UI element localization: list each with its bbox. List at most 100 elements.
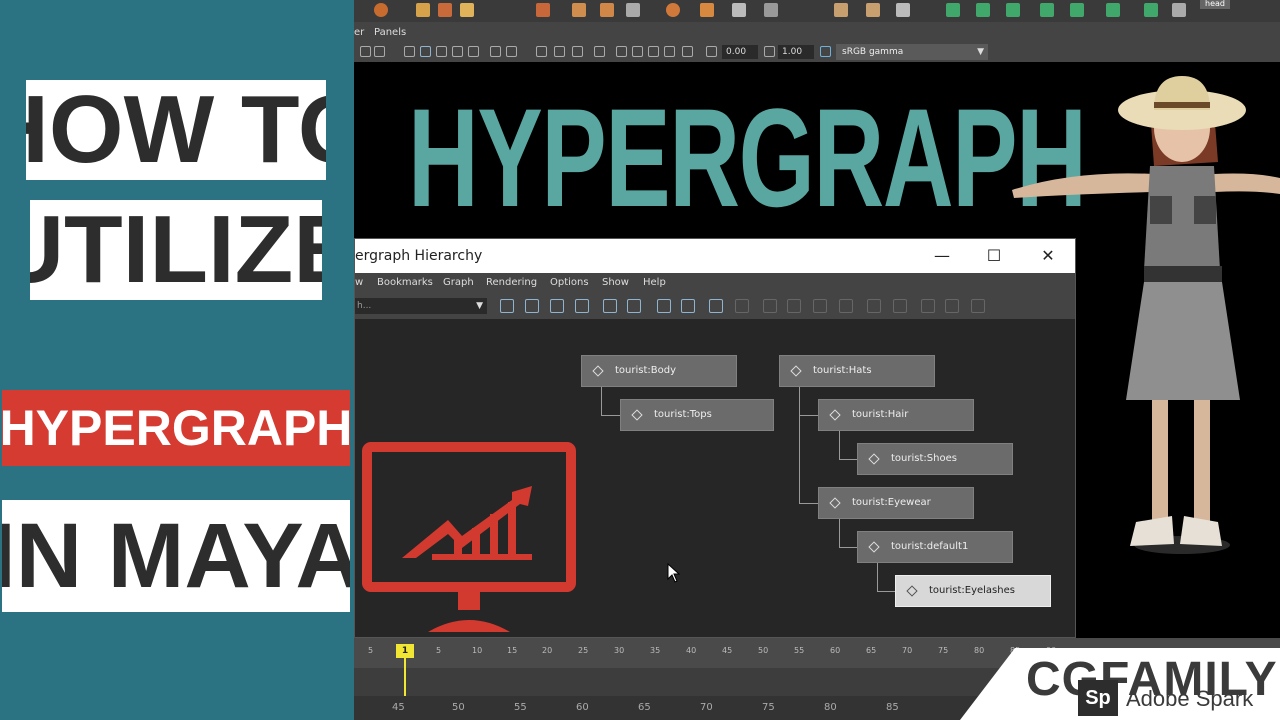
viewport-tool-icon[interactable] [374,46,385,57]
shelf-tool-icon[interactable] [866,3,880,17]
viewport-tool-icon[interactable] [554,46,565,57]
range-number: 65 [638,702,651,713]
viewport-tool-icon[interactable] [632,46,643,57]
frame-branch-icon[interactable] [575,299,589,313]
shelf-tool-icon[interactable] [666,3,680,17]
viewport-tool-icon[interactable] [404,46,415,57]
list-icon[interactable] [709,299,723,313]
shelf-tool-icon[interactable] [536,3,550,17]
input-output-icon[interactable] [627,299,641,313]
bookmark-edit-icon[interactable] [681,299,695,313]
shelf-tool-icon[interactable] [1070,3,1084,17]
viewport-tool-icon[interactable] [764,46,775,57]
frame-tick: 60 [830,646,841,655]
viewport-tool-icon[interactable] [436,46,447,57]
viewport-tool-icon[interactable] [572,46,583,57]
panels-menu[interactable]: Panels [374,27,406,38]
range-number: 80 [824,702,837,713]
shelf-tool-icon[interactable] [374,3,388,17]
shelf-tool-icon[interactable] [460,3,474,17]
viewport-tool-icon[interactable] [594,46,605,57]
viewport-tool-icon[interactable] [648,46,659,57]
layout-icon[interactable] [787,299,801,313]
menu-help[interactable]: Help [643,277,666,288]
layout-icon[interactable] [893,299,907,313]
viewport-tool-icon[interactable] [706,46,717,57]
hypergraph-node[interactable]: tourist:Tops [620,399,774,431]
scene-hierarchy-icon[interactable] [603,299,617,313]
shelf-tool-icon[interactable] [732,3,746,17]
viewport-tool-icon[interactable] [536,46,547,57]
hypergraph-node[interactable]: tourist:Shoes [857,443,1013,475]
minimize-button[interactable]: — [931,245,953,267]
frame-tick: 80 [974,646,985,655]
shelf-tool-icon[interactable] [438,3,452,17]
shelf-tool-icon[interactable] [1106,3,1120,17]
shelf-tool-icon[interactable] [1040,3,1054,17]
layout-icon[interactable] [839,299,853,313]
layout-icon[interactable] [971,299,985,313]
hypergraph-node[interactable]: tourist:Hats [779,355,935,387]
viewport-tool-icon[interactable] [468,46,479,57]
frame-tick: 5 [436,646,442,655]
shelf-tool-icon[interactable] [834,3,848,17]
hypergraph-search-field[interactable]: h... ▼ [355,298,487,314]
viewport-tool-icon[interactable] [360,46,371,57]
hypergraph-node[interactable]: tourist:default1 [857,531,1013,563]
viewport-tool-icon[interactable] [452,46,463,57]
close-button[interactable]: ✕ [1037,245,1059,267]
hypergraph-titlebar[interactable]: ergraph Hierarchy — ☐ ✕ [355,239,1075,273]
shelf-tool-icon[interactable] [976,3,990,17]
chevron-down-icon: ▼ [977,47,984,57]
shelf-tool-icon[interactable] [600,3,614,17]
shelf-tool-icon[interactable] [626,3,640,17]
shelf-tool-icon[interactable] [1006,3,1020,17]
menu-bookmarks[interactable]: Bookmarks [377,277,433,288]
hypergraph-node-selected[interactable]: tourist:Eyelashes [895,575,1051,607]
viewport-tool-icon[interactable] [616,46,627,57]
menu-fragment[interactable]: er [354,27,364,38]
hypergraph-node[interactable]: tourist:Body [581,355,737,387]
shelf-tool-icon[interactable] [416,3,430,17]
menu-window[interactable]: w [355,277,363,288]
bookmark-icon[interactable] [657,299,671,313]
exposure-field[interactable]: 0.00 [722,45,758,59]
title-line-utilize: UTILIZE [30,200,322,300]
maximize-button[interactable]: ☐ [983,245,1005,267]
shelf-tool-icon[interactable] [572,3,586,17]
color-management-icon[interactable] [820,46,831,57]
frame-all-icon[interactable] [500,299,514,313]
menu-graph[interactable]: Graph [443,277,474,288]
frame-selection-icon[interactable] [525,299,539,313]
hypergraph-toolbar: h... ▼ [355,293,1075,319]
viewport-tool-icon[interactable] [664,46,675,57]
layout-icon[interactable] [945,299,959,313]
color-space-select[interactable]: sRGB gamma ▼ [836,44,988,60]
menu-show[interactable]: Show [602,277,629,288]
viewport-tool-icon[interactable] [506,46,517,57]
layout-icon[interactable] [763,299,777,313]
layout-icon[interactable] [735,299,749,313]
hypergraph-node[interactable]: tourist:Eyewear [818,487,974,519]
layout-icon[interactable] [921,299,935,313]
node-label: tourist:Eyewear [852,497,931,508]
frame-hierarchy-icon[interactable] [550,299,564,313]
chevron-down-icon[interactable]: ▼ [476,298,483,314]
gamma-field[interactable]: 1.00 [778,45,814,59]
shelf-tool-icon[interactable] [700,3,714,17]
menu-options[interactable]: Options [550,277,589,288]
head-badge[interactable]: head [1200,0,1230,9]
layout-icon[interactable] [813,299,827,313]
current-frame-marker[interactable]: 1 [396,644,414,658]
shelf-tool-icon[interactable] [1172,3,1186,17]
viewport-tool-icon[interactable] [490,46,501,57]
viewport-tool-icon[interactable] [420,46,431,57]
viewport-tool-icon[interactable] [682,46,693,57]
hypergraph-node[interactable]: tourist:Hair [818,399,974,431]
menu-rendering[interactable]: Rendering [486,277,537,288]
shelf-tool-icon[interactable] [1144,3,1158,17]
shelf-tool-icon[interactable] [946,3,960,17]
layout-icon[interactable] [867,299,881,313]
shelf-tool-icon[interactable] [764,3,778,17]
shelf-tool-icon[interactable] [896,3,910,17]
